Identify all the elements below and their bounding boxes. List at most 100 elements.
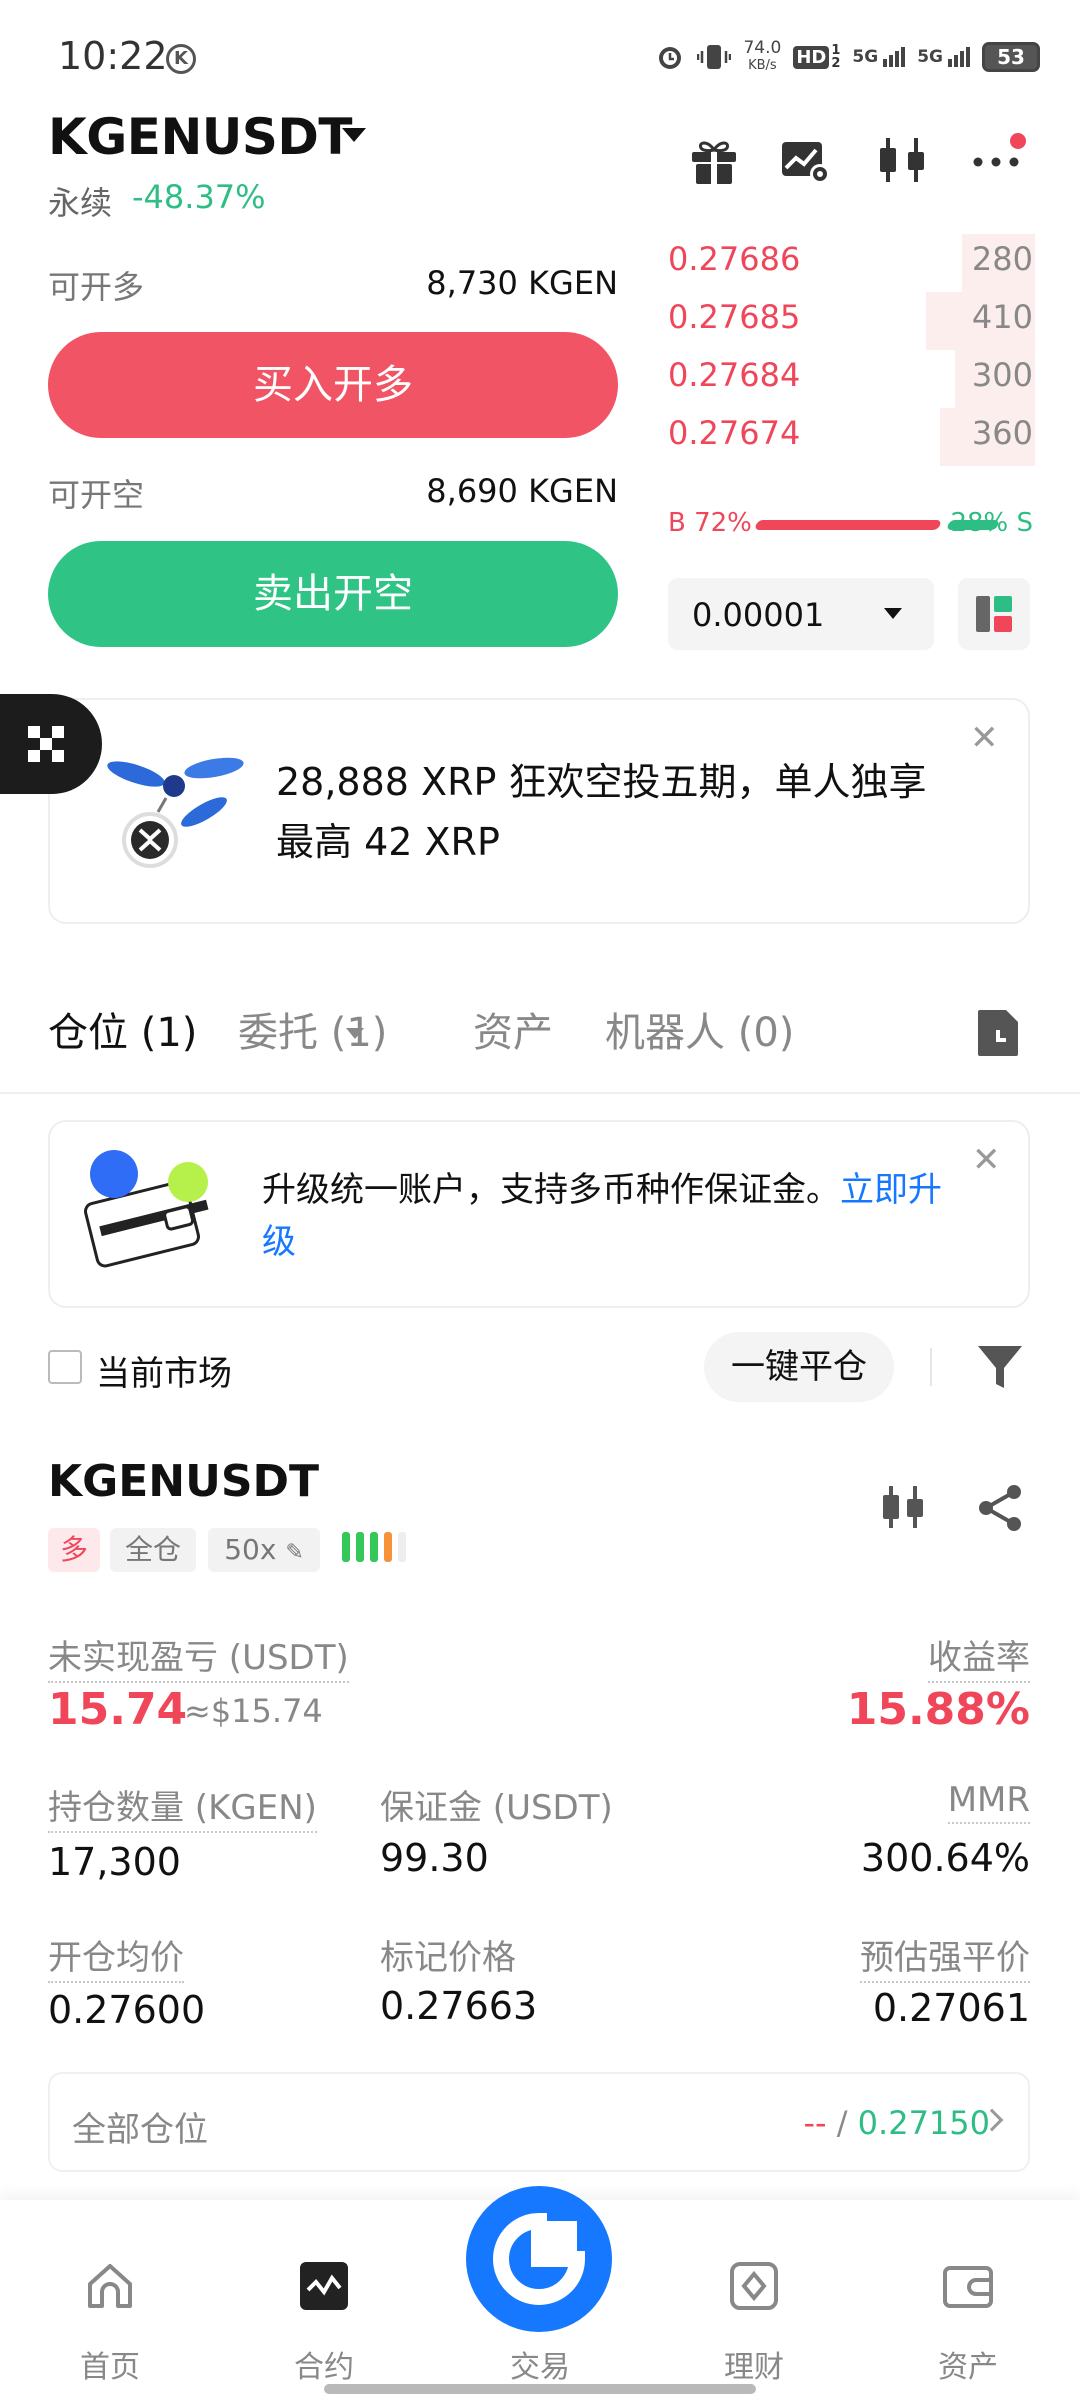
tab-positions[interactable]: 仓位 (1) [48, 1000, 197, 1058]
layout-icon [976, 596, 1012, 632]
leverage-badge[interactable]: 50x ✎ [208, 1528, 320, 1572]
all-positions-dash: -- [803, 2104, 827, 2142]
orderbook-ask-row[interactable]: 0.27684 300 [668, 350, 1035, 408]
candlestick-icon[interactable] [878, 1482, 928, 1532]
orderbook-ask-row[interactable]: 0.27685 410 [668, 292, 1035, 350]
margin-value: 99.30 [380, 1836, 489, 1880]
adl-indicator-bar [398, 1532, 406, 1562]
promo-text[interactable]: 28,888 XRP 狂欢空投五期，单人独享最高 42 XRP [276, 752, 956, 872]
ask-price: 0.27686 [668, 240, 801, 278]
k-badge-icon: K [166, 44, 196, 74]
position-size-label[interactable]: 持仓数量 (KGEN) [48, 1780, 317, 1833]
okx-logo-icon [28, 726, 64, 762]
current-market-label[interactable]: 当前市场 [96, 1346, 232, 1395]
chart-settings-icon[interactable] [774, 130, 834, 190]
symbol-selector[interactable]: KGENUSDT [48, 108, 353, 166]
close-all-button[interactable]: 一键平仓 [704, 1332, 894, 1402]
liq-price-label[interactable]: 预估强平价 [860, 1930, 1030, 1983]
adl-indicator-bar [384, 1532, 392, 1562]
edit-icon: ✎ [285, 1540, 304, 1565]
nav-earn-label: 理财 [724, 2350, 784, 2385]
nav-assets-label: 资产 [938, 2350, 998, 2385]
perpetual-label: 永续 [48, 184, 113, 222]
buy-long-button[interactable]: 买入开多 [48, 332, 618, 438]
wallet-nav-icon [943, 2266, 993, 2308]
history-document-icon[interactable] [976, 1008, 1020, 1058]
upgrade-message: 升级统一账户，支持多币种作保证金。 [262, 1170, 840, 1210]
buy-ratio-bar [754, 520, 942, 530]
all-positions-summary: -- / 0.27150 [803, 2104, 990, 2142]
floating-handle[interactable] [0, 694, 102, 794]
upgrade-text: 升级统一账户，支持多币种作保证金。立即升级 [262, 1164, 972, 1268]
vibrate-icon [697, 45, 732, 69]
signal-icon-1: 5G [852, 47, 906, 67]
trade-icon [493, 2212, 586, 2305]
orderbook-ask-row[interactable]: 0.27686 280 [668, 234, 1035, 292]
adl-indicator-bar [370, 1532, 378, 1562]
ask-qty: 300 [971, 356, 1033, 394]
all-positions-label: 全部仓位 [72, 2110, 208, 2150]
roe-value: 15.88% [846, 1684, 1030, 1735]
margin-label: 保证金 (USDT) [380, 1788, 613, 1828]
notification-dot [1010, 133, 1026, 149]
margin-mode-badge: 全仓 [110, 1528, 196, 1572]
caret-down-icon[interactable] [346, 1028, 364, 1039]
tab-orders[interactable]: 委托 (1) [238, 1000, 387, 1058]
caret-down-icon[interactable] [342, 128, 366, 142]
side-badge: 多 [48, 1528, 100, 1572]
nav-trade-button[interactable] [466, 2186, 612, 2332]
short-available-value: 8,690 KGEN [426, 472, 618, 510]
buy-ratio: B 72% [668, 508, 752, 538]
gesture-bar[interactable] [324, 2384, 756, 2394]
futures-icon [300, 2262, 348, 2310]
close-icon[interactable]: ✕ [972, 1140, 1001, 1180]
sell-short-button[interactable]: 卖出开空 [48, 541, 618, 647]
price-change: -48.37% [132, 178, 266, 216]
filter-icon[interactable] [976, 1342, 1024, 1392]
divider [930, 1348, 932, 1386]
unrealized-pnl-usd: ≈$15.74 [184, 1692, 323, 1730]
home-icon [88, 2264, 132, 2308]
share-icon[interactable] [974, 1482, 1026, 1534]
unrealized-pnl-value: 15.74 [48, 1684, 188, 1735]
orderbook-layout-button[interactable] [958, 578, 1030, 650]
current-market-checkbox[interactable] [48, 1350, 82, 1384]
nav-home-label: 首页 [80, 2350, 140, 2385]
mmr-label[interactable]: MMR [947, 1780, 1030, 1824]
nav-futures-label: 合约 [294, 2350, 354, 2385]
position-symbol[interactable]: KGENUSDT [48, 1456, 319, 1507]
roe-label[interactable]: 收益率 [928, 1630, 1030, 1683]
short-available-label: 可开空 [48, 476, 145, 514]
orderbook-ask-row[interactable]: 0.27674 360 [668, 408, 1035, 466]
buy-sell-ratio: B 72% 28% S [668, 506, 1033, 542]
position-size-value: 17,300 [48, 1840, 181, 1884]
entry-price-label[interactable]: 开仓均价 [48, 1930, 184, 1983]
ask-qty: 360 [971, 414, 1033, 452]
entry-price-value: 0.27600 [48, 1988, 206, 2032]
mark-price-label: 标记价格 [380, 1938, 516, 1978]
earn-icon [730, 2262, 778, 2310]
caret-down-icon [884, 608, 902, 619]
adl-indicator-bar [342, 1532, 350, 1562]
nav-trade-label: 交易 [510, 2350, 570, 2385]
alarm-icon [659, 47, 682, 69]
tab-assets[interactable]: 资产 [473, 1000, 553, 1058]
status-time: 10:22 [58, 34, 168, 78]
long-available-value: 8,730 KGEN [426, 264, 618, 302]
all-positions-value: 0.27150 [857, 2104, 990, 2142]
divider [0, 1092, 1080, 1094]
xrp-drone-icon [107, 757, 244, 868]
gift-icon[interactable] [684, 130, 744, 190]
wallet-icon [84, 1150, 209, 1268]
candlestick-icon[interactable] [872, 130, 932, 190]
tab-bots[interactable]: 机器人 (0) [605, 1000, 794, 1058]
close-icon[interactable]: ✕ [970, 718, 999, 758]
unrealized-pnl-label[interactable]: 未实现盈亏 (USDT) [48, 1630, 349, 1683]
leverage-value: 50x [224, 1533, 277, 1566]
ask-price: 0.27674 [668, 414, 801, 452]
ask-qty: 410 [971, 298, 1033, 336]
status-icons: 74.0 KB/s HD 12 5G 5G 53 [655, 40, 1040, 74]
mmr-value: 300.64% [860, 1836, 1030, 1880]
ask-price: 0.27684 [668, 356, 801, 394]
net-speed: 74.0 KB/s [743, 38, 782, 74]
